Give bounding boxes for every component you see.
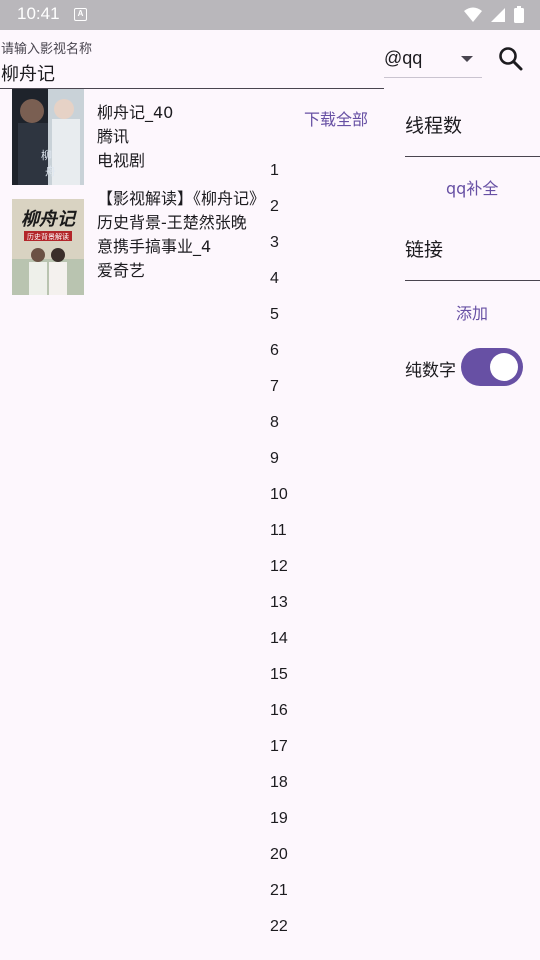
episode-number[interactable]: 2 xyxy=(270,196,288,232)
wifi-icon xyxy=(464,7,482,22)
episode-number[interactable]: 18 xyxy=(270,772,288,808)
search-icon xyxy=(499,47,523,71)
poster-subtitle-text: 历史背景解读 xyxy=(27,232,69,241)
link-field[interactable]: 链接 xyxy=(405,224,540,281)
episode-number[interactable]: 5 xyxy=(270,304,288,340)
switch-knob xyxy=(490,353,518,381)
result-info: 柳舟记_40 腾讯 电视剧 xyxy=(97,101,262,173)
episode-number[interactable]: 20 xyxy=(270,844,288,880)
signal-icon xyxy=(491,7,505,22)
episode-number[interactable]: 9 xyxy=(270,448,288,484)
episode-number[interactable]: 6 xyxy=(270,340,288,376)
poster-image: 柳舟记 历史背景解读 xyxy=(12,199,84,295)
status-bar: 10:41 A xyxy=(0,0,540,30)
threads-field[interactable]: 线程数 xyxy=(405,100,540,157)
result-title: 柳舟记_40 xyxy=(97,103,174,122)
episode-number[interactable]: 17 xyxy=(270,736,288,772)
clock: 10:41 xyxy=(17,4,60,23)
episode-number[interactable]: 21 xyxy=(270,880,288,916)
threads-label: 线程数 xyxy=(405,115,463,137)
numeric-only-label: 纯数字 xyxy=(405,361,456,381)
source-dropdown[interactable]: @qq xyxy=(384,44,482,78)
search-hint: 请输入影视名称 xyxy=(1,42,93,57)
episode-number[interactable]: 4 xyxy=(270,268,288,304)
result-item[interactable]: 柳 舟 柳舟记_40 腾讯 电视剧 xyxy=(12,89,272,185)
search-button[interactable] xyxy=(496,44,526,74)
qq-complete-button[interactable]: qq补全 xyxy=(446,175,498,199)
poster-image: 柳 舟 xyxy=(12,89,84,185)
episode-number[interactable]: 10 xyxy=(270,484,288,520)
episode-number[interactable]: 1 xyxy=(270,160,288,196)
notification-icon: A xyxy=(74,8,87,21)
svg-text:舟: 舟 xyxy=(45,164,56,178)
episode-number[interactable]: 3 xyxy=(270,232,288,268)
result-category: 电视剧 xyxy=(97,151,146,170)
result-item[interactable]: 柳舟记 历史背景解读 【影视解读】《柳舟记》历史背景-王楚然张晚意携手搞事业_4… xyxy=(12,189,272,295)
link-label: 链接 xyxy=(405,239,444,261)
numeric-only-switch[interactable] xyxy=(461,348,523,386)
episode-number[interactable]: 11 xyxy=(270,520,288,556)
result-info: 【影视解读】《柳舟记》历史背景-王楚然张晚意携手搞事业_4 爱奇艺 xyxy=(97,187,262,283)
episode-number[interactable]: 16 xyxy=(270,700,288,736)
download-all-button[interactable]: 下载全部 xyxy=(304,106,368,130)
search-field[interactable]: 请输入影视名称 柳舟记 xyxy=(0,36,384,89)
episode-number[interactable]: 14 xyxy=(270,628,288,664)
result-description: 【影视解读】《柳舟记》历史背景-王楚然张晚意携手搞事业_4 xyxy=(97,189,258,256)
search-input[interactable]: 柳舟记 xyxy=(1,60,55,86)
episode-number[interactable]: 15 xyxy=(270,664,288,700)
system-icons xyxy=(464,6,524,23)
episode-number[interactable]: 12 xyxy=(270,556,288,592)
result-platform: 腾讯 xyxy=(97,127,130,146)
episode-number[interactable]: 22 xyxy=(270,916,288,952)
episode-list: 1 2 3 4 5 6 7 8 9 10 11 12 13 14 15 16 17 18 19 20 21 22 xyxy=(270,160,288,952)
episode-number[interactable]: 19 xyxy=(270,808,288,844)
battery-icon xyxy=(514,6,524,23)
episode-number[interactable]: 8 xyxy=(270,412,288,448)
episode-number[interactable]: 7 xyxy=(270,376,288,412)
dropdown-arrow-icon xyxy=(461,56,473,62)
add-button[interactable]: 添加 xyxy=(456,300,488,324)
episode-number[interactable]: 13 xyxy=(270,592,288,628)
poster-title-text: 柳舟记 xyxy=(21,209,77,230)
source-selected: @qq xyxy=(384,48,423,68)
result-platform: 爱奇艺 xyxy=(97,261,146,280)
svg-text:柳: 柳 xyxy=(41,148,52,162)
